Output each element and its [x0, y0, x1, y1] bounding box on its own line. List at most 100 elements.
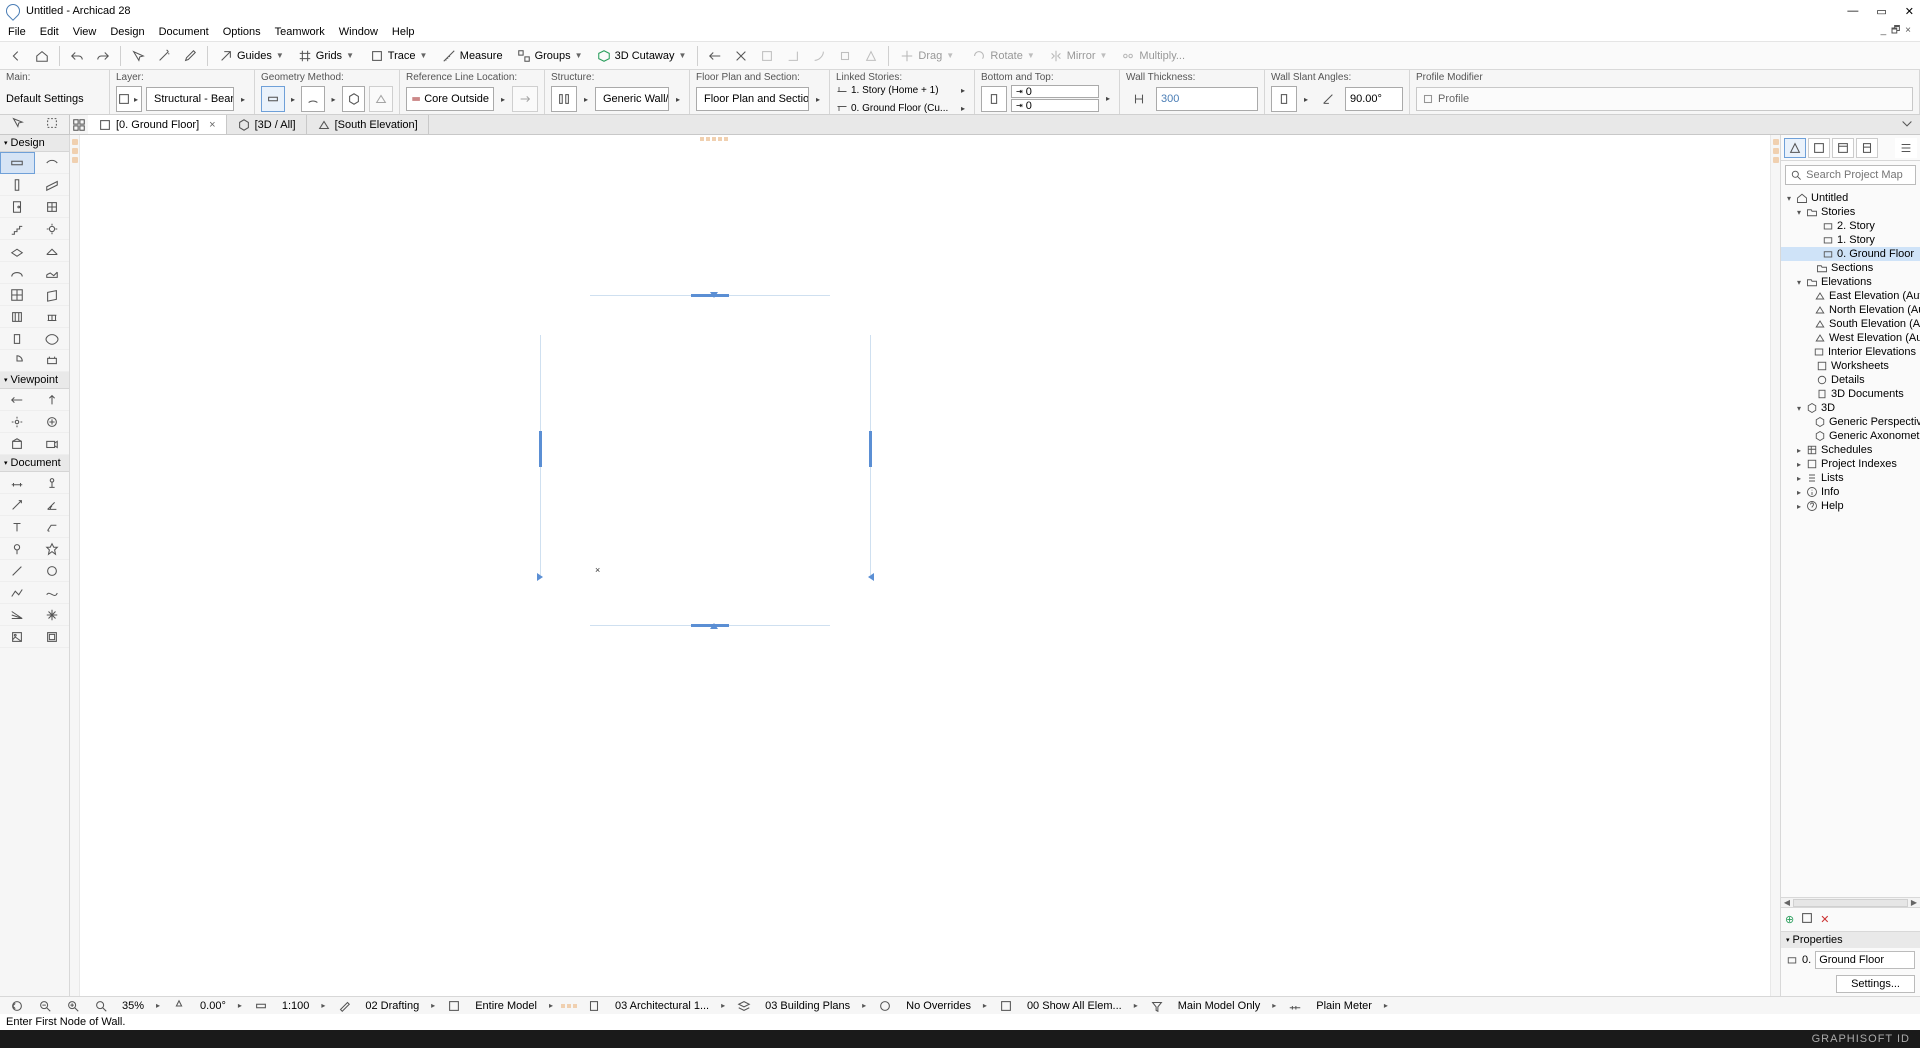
tree-stories[interactable]: Stories: [1821, 206, 1855, 218]
redo-button[interactable]: [91, 45, 115, 67]
drawing-canvas[interactable]: ×: [80, 135, 1770, 996]
zoom-value[interactable]: 35%: [118, 998, 148, 1014]
home-button[interactable]: [30, 45, 54, 67]
struct-filter-value[interactable]: Main Model Only: [1174, 998, 1265, 1014]
tree-help[interactable]: Help: [1821, 500, 1844, 512]
tree-story-0[interactable]: 0. Ground Floor: [1837, 248, 1914, 260]
tree-sections[interactable]: Sections: [1831, 262, 1873, 274]
change-tool[interactable]: [35, 538, 70, 560]
grid-element-tool[interactable]: [0, 284, 35, 306]
zoom-pan-button[interactable]: [90, 998, 112, 1014]
linked-bot[interactable]: 0. Ground Floor (Cu...: [851, 103, 955, 114]
nav-back-button[interactable]: [4, 45, 28, 67]
tree-projidx[interactable]: Project Indexes: [1821, 458, 1897, 470]
geom-straight-button[interactable]: [261, 86, 285, 112]
slant-type-button[interactable]: [1271, 86, 1297, 112]
tree-story-1[interactable]: 1. Story: [1837, 234, 1875, 246]
menu-help[interactable]: Help: [392, 26, 415, 38]
curtain-wall-tool[interactable]: [35, 152, 70, 174]
struct-field[interactable]: Generic Wall/S...: [595, 87, 669, 111]
drawing-tool[interactable]: [35, 626, 70, 648]
mvo-button[interactable]: [583, 998, 605, 1014]
fit-button[interactable]: [6, 998, 28, 1014]
renov-button[interactable]: [995, 998, 1017, 1014]
nav-menu-icon[interactable]: [1895, 138, 1917, 158]
tab-3d[interactable]: [3D / All]: [227, 115, 307, 134]
layer-icon-button[interactable]: ▸: [116, 86, 142, 112]
close-button[interactable]: ✕: [1905, 5, 1914, 18]
tree-root[interactable]: Untitled: [1811, 192, 1848, 204]
tree-elev-e[interactable]: East Elevation (Auto-re: [1829, 290, 1920, 302]
tree-new-icon[interactable]: ⊕: [1785, 913, 1794, 926]
wall-tool[interactable]: [0, 152, 35, 174]
pen-set-button[interactable]: [333, 998, 355, 1014]
measure-dropdown[interactable]: Measure: [436, 45, 509, 67]
magic-wand-button[interactable]: [152, 45, 176, 67]
figure-tool[interactable]: [0, 626, 35, 648]
zoom-in-button[interactable]: [62, 998, 84, 1014]
line-tool[interactable]: [0, 560, 35, 582]
navigator-search[interactable]: [1785, 165, 1916, 185]
menu-teamwork[interactable]: Teamwork: [275, 26, 325, 38]
toolbox-viewpoint-header[interactable]: Viewpoint: [0, 372, 69, 389]
zone-tool[interactable]: [0, 350, 35, 372]
tree-story-2[interactable]: 2. Story: [1837, 220, 1875, 232]
thickness-input[interactable]: [1161, 93, 1253, 105]
menu-document[interactable]: Document: [159, 26, 209, 38]
slab-tool[interactable]: [0, 240, 35, 262]
menu-options[interactable]: Options: [223, 26, 261, 38]
tree-worksheets[interactable]: Worksheets: [1831, 360, 1889, 372]
camera-tool[interactable]: [35, 433, 70, 455]
dimension-tool[interactable]: [0, 472, 35, 494]
undo-button[interactable]: [65, 45, 89, 67]
door-tool[interactable]: [0, 196, 35, 218]
mvo-value[interactable]: 03 Architectural 1...: [611, 998, 713, 1014]
shell-tool[interactable]: [0, 262, 35, 284]
mep-tool[interactable]: [35, 350, 70, 372]
geom-box-button[interactable]: [342, 86, 366, 112]
tab-south-elevation[interactable]: [South Elevation]: [307, 115, 429, 134]
eyedropper-button[interactable]: [178, 45, 202, 67]
arrow-tool[interactable]: [10, 116, 24, 133]
tree-lists[interactable]: Lists: [1821, 472, 1844, 484]
scale-value[interactable]: 1:100: [278, 998, 314, 1014]
struct-type-button[interactable]: [551, 86, 577, 112]
roof-tool[interactable]: [35, 240, 70, 262]
geom-poly-button[interactable]: [369, 86, 393, 112]
menu-design[interactable]: Design: [110, 26, 144, 38]
toolbox-document-header[interactable]: Document: [0, 455, 69, 472]
tree-axo[interactable]: Generic Axonometry: [1829, 430, 1920, 442]
dim-unit-value[interactable]: Plain Meter: [1312, 998, 1376, 1014]
top-input[interactable]: [1026, 86, 1094, 98]
text-tool[interactable]: [0, 516, 35, 538]
override-value[interactable]: No Overrides: [902, 998, 975, 1014]
guides-dropdown[interactable]: Guides▼: [213, 45, 290, 67]
object-tool[interactable]: [35, 328, 70, 350]
window-tool[interactable]: [35, 196, 70, 218]
tab-ground-floor[interactable]: [0. Ground Floor] ×: [88, 115, 227, 134]
orientation-button[interactable]: [168, 998, 190, 1014]
model-filter-value[interactable]: Entire Model: [471, 998, 541, 1014]
bot-input[interactable]: [1026, 100, 1094, 112]
hotspot-tool[interactable]: [35, 604, 70, 626]
pen-set-value[interactable]: 02 Drafting: [361, 998, 423, 1014]
marker-tool[interactable]: [0, 538, 35, 560]
floorplan-field[interactable]: Floor Plan and Section...: [696, 87, 809, 111]
tree-elev-n[interactable]: North Elevation (Auto-: [1829, 304, 1920, 316]
geom-curved-button[interactable]: [301, 86, 325, 112]
toolbox-design-header[interactable]: Design: [0, 135, 69, 152]
tree-delete-icon[interactable]: ✕: [1820, 913, 1829, 926]
tree-elev-s[interactable]: South Elevation (Auto-: [1829, 318, 1920, 330]
menu-window[interactable]: Window: [339, 26, 378, 38]
angle-value[interactable]: 0.00°: [196, 998, 230, 1014]
override-button[interactable]: [874, 998, 896, 1014]
tree-schedules[interactable]: Schedules: [1821, 444, 1872, 456]
partial-display-button[interactable]: [443, 998, 465, 1014]
worksheet-tool[interactable]: [35, 411, 70, 433]
pick-button[interactable]: [126, 45, 150, 67]
struct-filter-button[interactable]: [1146, 998, 1168, 1014]
tab-close-icon[interactable]: ×: [209, 119, 215, 131]
zoom-out-button[interactable]: [34, 998, 56, 1014]
label-tool[interactable]: [35, 516, 70, 538]
layer-field[interactable]: Structural - Bearing: [146, 87, 234, 111]
